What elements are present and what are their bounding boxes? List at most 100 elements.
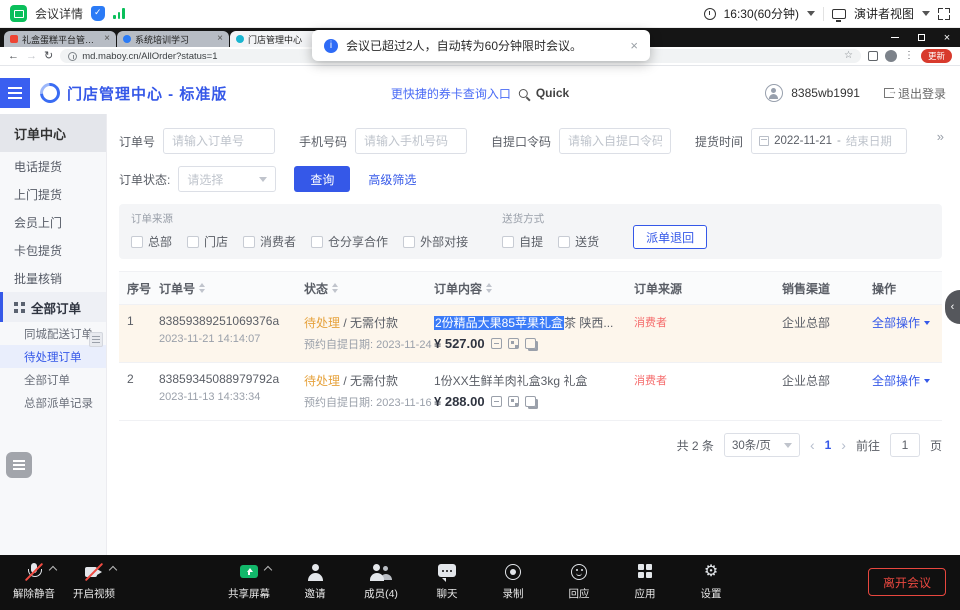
sort-icon[interactable] xyxy=(486,283,492,293)
browser-menu-icon[interactable]: ⋮ xyxy=(904,51,914,61)
window-controls: × xyxy=(882,28,960,47)
invite-button[interactable]: 邀请 xyxy=(293,562,337,601)
date-range-picker[interactable]: 2022-11-21 - 结束日期 xyxy=(751,128,907,154)
checkbox-source-external[interactable]: 外部对接 xyxy=(403,233,468,250)
chevron-up-icon[interactable] xyxy=(264,566,272,574)
checkbox-source-store[interactable]: 门店 xyxy=(187,233,228,250)
meeting-timer[interactable]: 16:30(60分钟) xyxy=(724,5,799,22)
next-page-icon[interactable]: › xyxy=(841,438,846,452)
settings-button[interactable]: ⚙ 设置 xyxy=(689,562,733,601)
dispatch-return-button[interactable]: 派单退回 xyxy=(633,225,707,249)
order-status-select[interactable]: 请选择 xyxy=(178,166,276,192)
logout-label: 退出登录 xyxy=(898,85,946,102)
phone-input[interactable] xyxy=(355,128,467,154)
qr-code-icon[interactable] xyxy=(508,338,519,349)
quick-label[interactable]: Quick xyxy=(536,86,569,100)
chat-button[interactable]: 聊天 xyxy=(425,562,469,601)
col-order-no[interactable]: 订单号 xyxy=(159,280,304,297)
browser-tab-2[interactable]: 系统培训学习 × xyxy=(117,31,229,47)
sidebar-subitem-hq-dispatch[interactable]: 总部派单记录 xyxy=(0,391,106,414)
window-minimize-button[interactable] xyxy=(882,28,908,47)
copy-icon[interactable] xyxy=(525,338,536,349)
sidebar-item-card-pickup[interactable]: 卡包提货 xyxy=(0,236,106,264)
advanced-filter-link[interactable]: 高级筛选 xyxy=(368,171,416,188)
current-page[interactable]: 1 xyxy=(825,438,832,452)
gear-icon: ⚙ xyxy=(704,562,718,582)
goto-page-input[interactable] xyxy=(890,433,920,457)
checkbox-source-consumer[interactable]: 消费者 xyxy=(243,233,296,250)
chevron-up-icon[interactable] xyxy=(49,566,57,574)
checkbox-icon xyxy=(558,236,570,248)
apps-button[interactable]: 应用 xyxy=(623,562,667,601)
all-actions-dropdown[interactable]: 全部操作 xyxy=(872,314,942,331)
all-actions-dropdown[interactable]: 全部操作 xyxy=(872,372,942,389)
tab-close-icon[interactable]: × xyxy=(217,34,223,44)
meeting-details-link[interactable]: 会议详情 xyxy=(35,5,83,22)
sidebar-item-phone-pickup[interactable]: 电话提货 xyxy=(0,152,106,180)
app-logo[interactable]: 门店管理中心 - 标准版 xyxy=(40,83,227,104)
reload-icon[interactable]: ↻ xyxy=(44,51,53,62)
site-info-icon[interactable] xyxy=(68,52,77,61)
pickup-code-input[interactable] xyxy=(559,128,671,154)
col-source: 订单来源 xyxy=(634,280,782,297)
calendar-icon xyxy=(759,136,769,146)
view-mode-label[interactable]: 演讲者视图 xyxy=(854,5,914,22)
user-avatar-icon[interactable] xyxy=(765,84,783,102)
bookmark-star-icon[interactable]: ☆ xyxy=(844,51,853,61)
cell-channel: 企业总部 xyxy=(782,372,872,389)
sidebar-subitem-pending-orders[interactable]: 待处理订单 xyxy=(0,345,106,368)
view-dropdown-icon[interactable] xyxy=(922,11,930,16)
sidebar-section-order-center[interactable]: 订单中心 xyxy=(0,114,106,152)
qr-code-icon[interactable] xyxy=(508,396,519,407)
sidebar-subitem-all-orders[interactable]: 全部订单 xyxy=(0,368,106,391)
print-icon[interactable] xyxy=(491,396,502,407)
browser-profile-avatar[interactable] xyxy=(885,50,897,62)
floating-menu-button[interactable] xyxy=(6,452,32,478)
unmute-button[interactable]: 解除静音 xyxy=(12,562,56,601)
logout-button[interactable]: 退出登录 xyxy=(884,85,946,102)
checkbox-delivery-deliver[interactable]: 送货 xyxy=(558,233,599,250)
extensions-icon[interactable] xyxy=(868,51,878,61)
fullscreen-icon[interactable] xyxy=(938,8,950,20)
apps-grid-icon xyxy=(634,562,656,582)
checkbox-source-hq[interactable]: 总部 xyxy=(131,233,172,250)
start-video-button[interactable]: 开启视频 xyxy=(72,562,116,601)
search-button[interactable]: 查询 xyxy=(294,166,350,192)
order-no-input[interactable] xyxy=(163,128,275,154)
members-button[interactable]: 成员(4) xyxy=(359,562,403,601)
username[interactable]: 8385wb1991 xyxy=(791,86,860,100)
panel-collapse-icon[interactable]: » xyxy=(937,130,944,143)
prev-page-icon[interactable]: ‹ xyxy=(810,438,815,452)
coupon-query-link[interactable]: 更快捷的券卡查询入口 xyxy=(391,85,511,102)
window-close-button[interactable]: × xyxy=(934,28,960,47)
checkbox-source-warehouse[interactable]: 仓分享合作 xyxy=(311,233,388,250)
sidebar-group-all-orders[interactable]: 全部订单 xyxy=(0,292,106,322)
sidebar-item-door-pickup[interactable]: 上门提货 xyxy=(0,180,106,208)
sidebar-collapse-icon[interactable] xyxy=(89,332,103,347)
tab-close-icon[interactable]: × xyxy=(104,34,110,44)
window-maximize-button[interactable] xyxy=(908,28,934,47)
page-size-select[interactable]: 30条/页 xyxy=(724,433,800,457)
print-icon[interactable] xyxy=(491,338,502,349)
sidebar-item-batch-verify[interactable]: 批量核销 xyxy=(0,264,106,292)
hamburger-menu-button[interactable] xyxy=(0,78,30,108)
browser-tab-1[interactable]: 礼盒蛋糕平台管理中心 × xyxy=(4,31,116,47)
sort-icon[interactable] xyxy=(199,283,205,293)
chevron-up-icon[interactable] xyxy=(109,566,117,574)
record-button[interactable]: 录制 xyxy=(491,562,535,601)
sidebar-item-member-visit[interactable]: 会员上门 xyxy=(0,208,106,236)
leave-meeting-button[interactable]: 离开会议 xyxy=(868,568,946,596)
forward-icon[interactable]: → xyxy=(26,51,37,62)
copy-icon[interactable] xyxy=(525,396,536,407)
checkbox-delivery-pickup[interactable]: 自提 xyxy=(502,233,543,250)
toast-close-icon[interactable]: × xyxy=(630,39,638,52)
share-screen-button[interactable]: 共享屏幕 xyxy=(227,562,271,601)
back-icon[interactable]: ← xyxy=(8,51,19,62)
col-content[interactable]: 订单内容 xyxy=(434,280,634,297)
reactions-button[interactable]: 回应 xyxy=(557,562,601,601)
browser-update-button[interactable]: 更新 xyxy=(921,49,952,63)
meeting-security-shield-icon[interactable] xyxy=(91,6,105,21)
col-status[interactable]: 状态 xyxy=(304,280,434,297)
timer-dropdown-icon[interactable] xyxy=(807,11,815,16)
sort-icon[interactable] xyxy=(332,283,338,293)
